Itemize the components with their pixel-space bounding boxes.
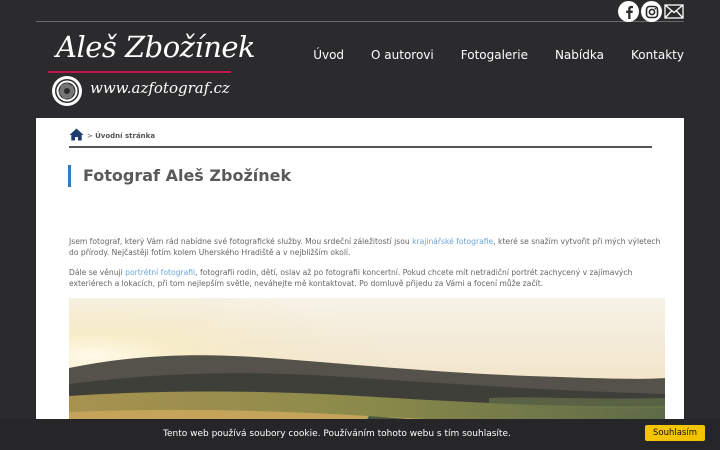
nav-item-uvod[interactable]: Úvod [313, 48, 344, 62]
intro-paragraph: Jsem fotograf, který Vám rád nabídne své… [69, 236, 669, 258]
services-paragraph: Dále se věnuji portrétní fotografii, fot… [69, 267, 669, 289]
facebook-icon[interactable] [618, 1, 639, 22]
logo-url: www.azfotograf.cz [90, 79, 230, 97]
cookie-accept-button[interactable]: Souhlasím [645, 425, 705, 441]
camera-aperture-icon [52, 76, 82, 106]
portrait-photos-link[interactable]: portrétní fotografii [125, 268, 195, 277]
mail-icon[interactable] [664, 1, 684, 22]
breadcrumb-separator: > [87, 131, 93, 140]
cookie-text: Tento web používá soubory cookie. Použív… [163, 429, 511, 439]
logo-underline [48, 71, 231, 73]
breadcrumb: > Úvodní stránka [69, 126, 155, 145]
page-title: Fotograf Aleš Zbožínek [68, 165, 291, 187]
breadcrumb-current: Úvodní stránka [95, 131, 156, 140]
instagram-icon[interactable] [641, 1, 662, 22]
landscape-photos-link[interactable]: krajinářské fotografie [412, 237, 493, 246]
nav-item-kontakty[interactable]: Kontakty [631, 48, 684, 62]
cookie-bar: Tento web používá soubory cookie. Použív… [0, 419, 720, 450]
header-divider [36, 21, 684, 22]
logo-name: Aleš Zbožínek [56, 30, 256, 64]
nav-item-fotogalerie[interactable]: Fotogalerie [461, 48, 528, 62]
intro-text-start: Jsem fotograf, který Vám rád nabídne své… [69, 237, 413, 246]
breadcrumb-trail: > Úvodní stránka [87, 132, 155, 140]
breadcrumb-divider [69, 146, 652, 148]
home-icon[interactable] [69, 126, 84, 145]
content-panel: > Úvodní stránka Fotograf Aleš Zbožínek … [36, 118, 684, 450]
main-nav: Úvod O autorovi Fotogalerie Nabídka Kont… [313, 48, 684, 62]
social-links [618, 1, 684, 22]
services-text-start: Dále se věnuji [69, 268, 126, 277]
site-logo[interactable]: Aleš Zbožínek www.azfotograf.cz [48, 26, 256, 108]
nav-item-nabidka[interactable]: Nabídka [555, 48, 604, 62]
nav-item-o-autorovi[interactable]: O autorovi [371, 48, 434, 62]
